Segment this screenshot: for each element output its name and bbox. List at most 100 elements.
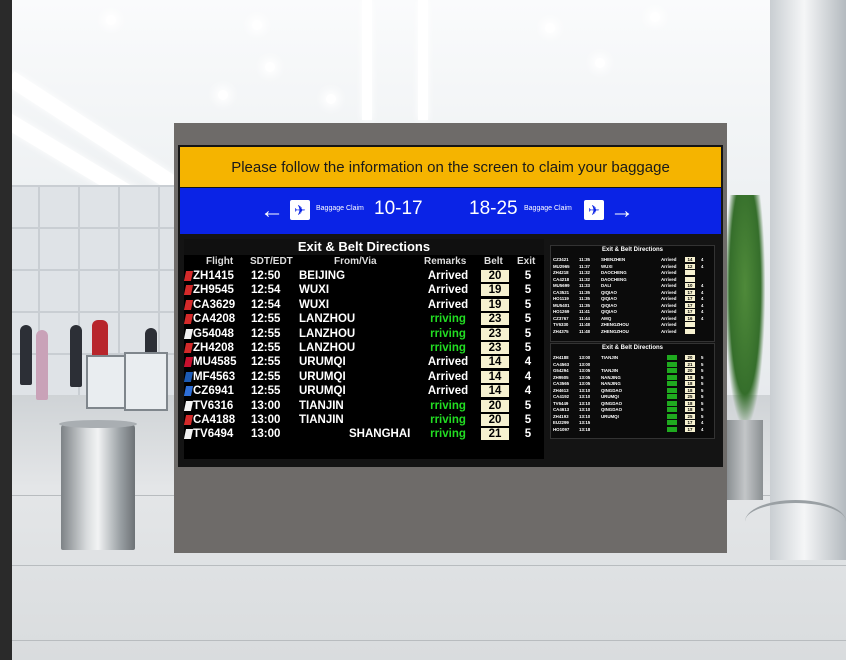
flight-remarks: Arrived (427, 370, 469, 383)
flight-remarks: Arrived (427, 356, 469, 369)
left-edge-pillar (0, 0, 12, 660)
mini-flight-row: CA3521 11:35 QIQIAO Arrived 17 4 (553, 289, 712, 295)
belt-number: 20 (481, 270, 509, 282)
mini-flight-row: HO1269 11:41 QIQIAO Arrived 17 4 (553, 309, 712, 314)
flight-city: WUXI (299, 284, 330, 297)
mini-flight-time: 13:10 (579, 400, 591, 406)
flight-city: LANZHOU (299, 327, 356, 340)
mini-status-bar (667, 407, 677, 412)
belt-number: 19 (481, 284, 509, 297)
mini-board-top: Exit & Belt Directions CZ3421 11:35 SHENZH… (550, 245, 715, 342)
flight-row: ZH4208 12:55 LANZHOU rriving 23 5 (183, 342, 544, 355)
flight-number: CA4208 (193, 313, 236, 326)
mini-flight-row: ZH4193 13:10 URUMQI 25 5 (553, 413, 712, 419)
luggage-cart (124, 352, 168, 411)
mini-flight-remarks: Arrived (661, 328, 677, 334)
flight-row: MF4563 12:55 URUMQI Arrived 14 4 (183, 370, 544, 384)
baggage-banner-text: Please follow the information on the scr… (231, 158, 670, 176)
belt-number: 19 (481, 298, 509, 311)
header-city: From/Via (334, 256, 377, 267)
mini-flight-row: EU2299 13:15 17 4 (553, 420, 712, 425)
mini-flight-remarks: Arrived (661, 296, 677, 301)
flight-city: TIANJIN (299, 399, 344, 412)
mini-flight-time: 13:05 (579, 368, 591, 373)
mini-flight-city: QINGDAO (601, 387, 622, 393)
mini-flight-number: CA3565 (553, 381, 570, 386)
mini-flight-remarks: Arrived (661, 302, 677, 308)
flight-time: 12:54 (251, 284, 281, 297)
exit-number: 5 (524, 342, 532, 354)
mini-flight-number: CA4613 (553, 407, 570, 412)
exit-number: 4 (524, 356, 532, 369)
airline-logo-icon (183, 371, 194, 382)
mini-flight-city: URUMQI (601, 413, 619, 419)
person (20, 325, 32, 385)
mini-flight-number: G54294 (553, 368, 569, 373)
flight-city: URUMQI (299, 356, 346, 369)
mini-flight-row: CA4192 13:10 URUMQI 25 5 (553, 394, 712, 399)
person (36, 330, 48, 400)
mini-flight-time: 11:44 (579, 315, 590, 321)
mini-exit-number: 5 (701, 361, 704, 367)
flight-number: G54048 (193, 327, 234, 340)
mini-belt-number: 17 (685, 420, 695, 425)
flight-number: CZ6941 (193, 385, 234, 398)
arrow-right-icon: → (610, 197, 634, 224)
flight-remarks: Arrived (427, 385, 469, 398)
airline-logo-icon (183, 386, 194, 397)
flight-city: BEIJING (299, 270, 346, 282)
exit-number: 5 (524, 270, 532, 282)
belt-number: 14 (481, 370, 509, 383)
mini-flight-remarks: Arrived (661, 257, 677, 262)
mini-flight-time: 11:41 (579, 309, 590, 314)
mini-exit-number: 5 (701, 387, 704, 393)
mini-exit-number: 5 (701, 413, 704, 419)
mini-flight-number: TV6330 (553, 322, 569, 327)
exit-number: 5 (524, 327, 532, 340)
belt-number: 21 (481, 428, 509, 441)
mini-status-bar (667, 368, 677, 373)
ceiling-light (265, 62, 275, 72)
display-panel: Please follow the information on the scr… (174, 123, 727, 553)
mini-flight-city: WUXI (601, 263, 613, 269)
belt-number: 14 (481, 356, 509, 369)
mini-belt-number: 18 (685, 374, 695, 380)
mini-flight-time: 13:10 (579, 407, 591, 412)
mini-flight-city: ZHENGZHOU (601, 322, 629, 327)
arrival-plane-icon: ✈ (290, 200, 310, 220)
flight-time: 12:55 (251, 356, 281, 369)
mini-status-bar (667, 381, 677, 386)
mini-flight-row: CA4613 13:10 QINGDAO 18 5 (553, 407, 712, 412)
mini-flight-city: NANJING (601, 374, 621, 380)
mini-flight-time: 13:05 (579, 381, 591, 386)
mini-flight-time: 11:35 (579, 302, 590, 308)
mini-flight-number: ZH9505 (553, 374, 569, 380)
left-claim-label: Baggage Claim (316, 205, 364, 212)
mini-flight-time: 13:15 (579, 420, 591, 425)
mini-belt-number: 20 (685, 368, 695, 373)
ceiling-light (218, 90, 228, 100)
mini-flight-row: TV6330 11:48 ZHENGZHOU Arrived (553, 322, 712, 327)
person (70, 325, 82, 387)
mini-flight-time: 11:33 (579, 283, 590, 288)
mini-status-bar (667, 394, 677, 399)
flight-time: 13:00 (251, 399, 281, 412)
mini-exit-number: 5 (701, 407, 704, 412)
mini-flight-number: ZH4375 (553, 328, 569, 334)
mini-flight-row: CA4218 11:32 DAOCHENG Arrived (553, 276, 712, 282)
header-belt: Belt (484, 256, 503, 267)
flight-remarks: rriving (430, 414, 466, 426)
mini-exit-number: 4 (701, 296, 704, 301)
flight-time: 12:55 (251, 313, 281, 326)
main-board-title: Exit & Belt Directions (184, 239, 544, 255)
mini-flight-time: 11:35 (579, 257, 590, 262)
mini-flight-row: CA3565 13:05 NANJING 18 5 (553, 381, 712, 386)
flight-row: CA4188 13:00 TIANJIN rriving 20 5 (183, 414, 544, 427)
belt-number: 23 (481, 313, 509, 326)
mini-flight-city: ZHENGZHOU (601, 328, 629, 334)
mini-status-bar (667, 374, 677, 380)
airline-logo-icon (183, 415, 194, 425)
mini-flight-time: 13:10 (579, 394, 591, 399)
mini-belt-number: 18 (685, 407, 695, 412)
mini-belt-number (685, 328, 695, 334)
